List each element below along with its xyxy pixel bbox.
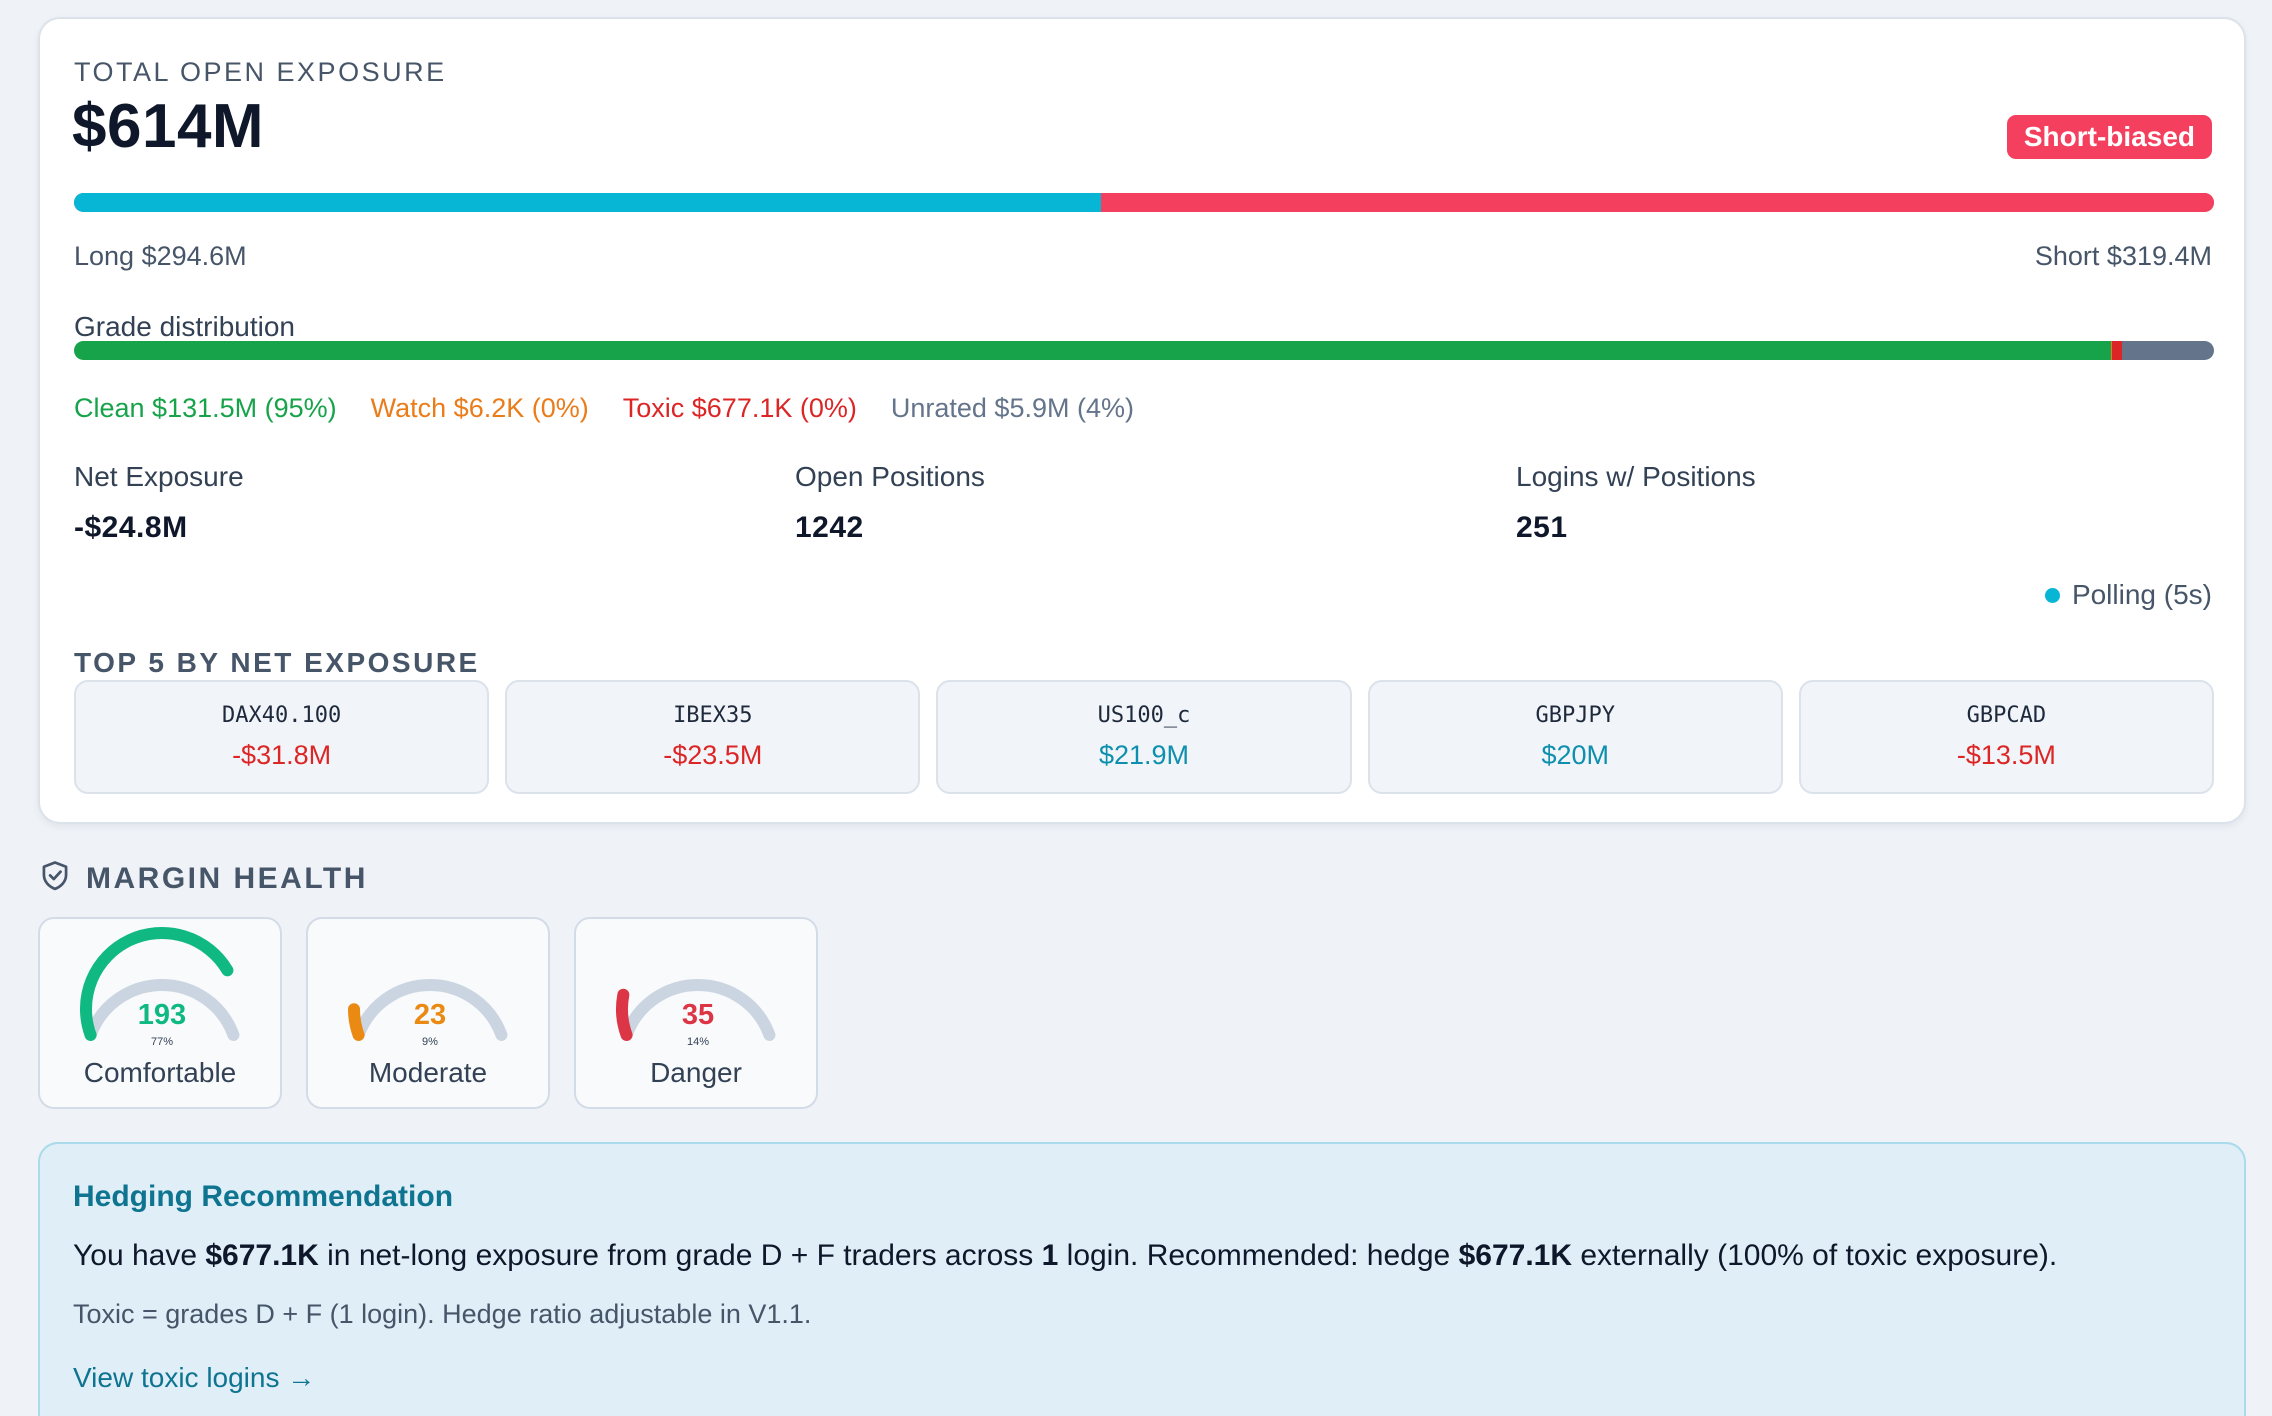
- gauge-icon: 35 14%: [616, 978, 776, 1048]
- stat-value: 251: [1516, 511, 1568, 544]
- margin-health-title: MARGIN HEALTH: [86, 861, 368, 895]
- gauge-percent: 77%: [151, 1036, 173, 1048]
- shield-check-icon: [40, 860, 70, 897]
- symbol-card[interactable]: GBPJPY $20M: [1367, 680, 1783, 794]
- gauge-label: Comfortable: [83, 1057, 237, 1088]
- stat-net-exposure: Net Exposure -$24.8M: [74, 461, 244, 545]
- gauge-percent: 9%: [422, 1036, 438, 1048]
- grade-legend-item: Watch $6.2K (0%): [370, 393, 589, 423]
- stat-label: Open Positions: [795, 461, 985, 492]
- top5-title: TOP 5 BY NET EXPOSURE: [74, 647, 480, 678]
- symbol-net-exposure: -$13.5M: [1956, 740, 2056, 770]
- stat-label: Logins w/ Positions: [1516, 461, 1756, 492]
- stat-value: 1242: [795, 511, 864, 544]
- gauge-moderate[interactable]: 23 9% Moderate: [306, 917, 550, 1109]
- top5-list: DAX40.100 -$31.8M IBEX35 -$23.5M US100_c…: [74, 680, 2215, 794]
- long-label: Long $294.6M: [74, 241, 247, 271]
- hedging-text: You have $677.1K in net-long exposure fr…: [73, 1239, 2057, 1273]
- gauge-count: 35: [682, 999, 714, 1031]
- hedging-text-part: login. Recommended: hedge: [1058, 1239, 1459, 1272]
- grade-legend-item: Clean $131.5M (95%): [74, 393, 337, 423]
- total-exposure-value: $614M: [72, 92, 265, 161]
- symbol-net-exposure: -$23.5M: [663, 740, 763, 770]
- gauge-danger[interactable]: 35 14% Danger: [574, 917, 818, 1109]
- exposure-card: TOTAL OPEN EXPOSURE $614M Short-biased L…: [38, 17, 2246, 824]
- stat-logins-with-positions: Logins w/ Positions 251: [1516, 461, 1756, 545]
- grade-legend: Clean $131.5M (95%) Watch $6.2K (0%) Toxic…: [74, 393, 1134, 424]
- gauge-icon: 193 77%: [80, 926, 240, 1048]
- grade-segment: [2112, 341, 2122, 360]
- hedging-login-count: 1: [1041, 1239, 1059, 1272]
- exposure-eyebrow: TOTAL OPEN EXPOSURE: [74, 57, 447, 87]
- gauge-label: Moderate: [368, 1057, 488, 1088]
- symbol-name: GBPJPY: [1535, 703, 1615, 728]
- gauge-label: Danger: [650, 1057, 742, 1088]
- hedging-text-part: externally (100% of toxic exposure).: [1572, 1239, 2058, 1272]
- stat-value: -$24.8M: [74, 511, 188, 544]
- stat-label: Net Exposure: [74, 461, 244, 492]
- grade-distribution-bar: [74, 341, 2214, 360]
- symbol-net-exposure: $20M: [1541, 740, 1609, 770]
- polling-status: Polling (5s): [2044, 579, 2212, 611]
- symbol-name: DAX40.100: [221, 703, 342, 728]
- hedging-hedge-amount: $677.1K: [1458, 1239, 1573, 1272]
- grade-segment: [2121, 341, 2214, 360]
- grade-segment: [74, 341, 2112, 360]
- hedging-text-part: in net-long exposure from grade D + F tr…: [318, 1239, 1042, 1272]
- polling-label: Polling (5s): [2071, 579, 2212, 610]
- hedging-text-part: You have: [73, 1239, 206, 1272]
- symbol-card[interactable]: IBEX35 -$23.5M: [505, 680, 921, 794]
- margin-health-header: MARGIN HEALTH: [40, 860, 368, 897]
- short-segment: [1101, 193, 2214, 212]
- bias-badge: Short-biased: [2006, 115, 2212, 159]
- hedging-title: Hedging Recommendation: [73, 1180, 454, 1213]
- status-dot-icon: [2044, 587, 2060, 603]
- symbol-name: GBPCAD: [1966, 703, 2047, 728]
- symbol-net-exposure: $21.9M: [1098, 740, 1190, 770]
- hedging-recommendation-panel: Hedging Recommendation You have $677.1K …: [38, 1142, 2246, 1416]
- symbol-net-exposure: -$31.8M: [232, 740, 332, 770]
- gauge-count: 193: [138, 999, 186, 1031]
- grade-legend-item: Unrated $5.9M (4%): [890, 393, 1134, 423]
- hedging-toxic-amount: $677.1K: [205, 1239, 319, 1272]
- symbol-card[interactable]: DAX40.100 -$31.8M: [74, 680, 490, 794]
- gauge-comfortable[interactable]: 193 77% Comfortable: [38, 917, 282, 1109]
- short-label: Short $319.4M: [2034, 241, 2212, 271]
- grade-legend-item: Toxic $677.1K (0%): [622, 393, 857, 423]
- view-toxic-logins-link[interactable]: View toxic logins →: [73, 1362, 315, 1394]
- gauge-percent: 14%: [687, 1036, 709, 1048]
- symbol-card[interactable]: GBPCAD -$13.5M: [1798, 680, 2215, 794]
- long-short-bar: [74, 193, 2214, 212]
- long-segment: [74, 193, 1102, 212]
- symbol-card[interactable]: US100_c $21.9M: [936, 680, 1352, 794]
- symbol-name: IBEX35: [673, 703, 753, 728]
- grade-distribution-title: Grade distribution: [74, 311, 296, 342]
- stat-open-positions: Open Positions 1242: [795, 461, 985, 545]
- gauge-icon: 23 9%: [348, 978, 508, 1048]
- gauge-count: 23: [414, 999, 446, 1031]
- hedging-note: Toxic = grades D + F (1 login). Hedge ra…: [73, 1299, 812, 1329]
- symbol-name: US100_c: [1097, 703, 1191, 728]
